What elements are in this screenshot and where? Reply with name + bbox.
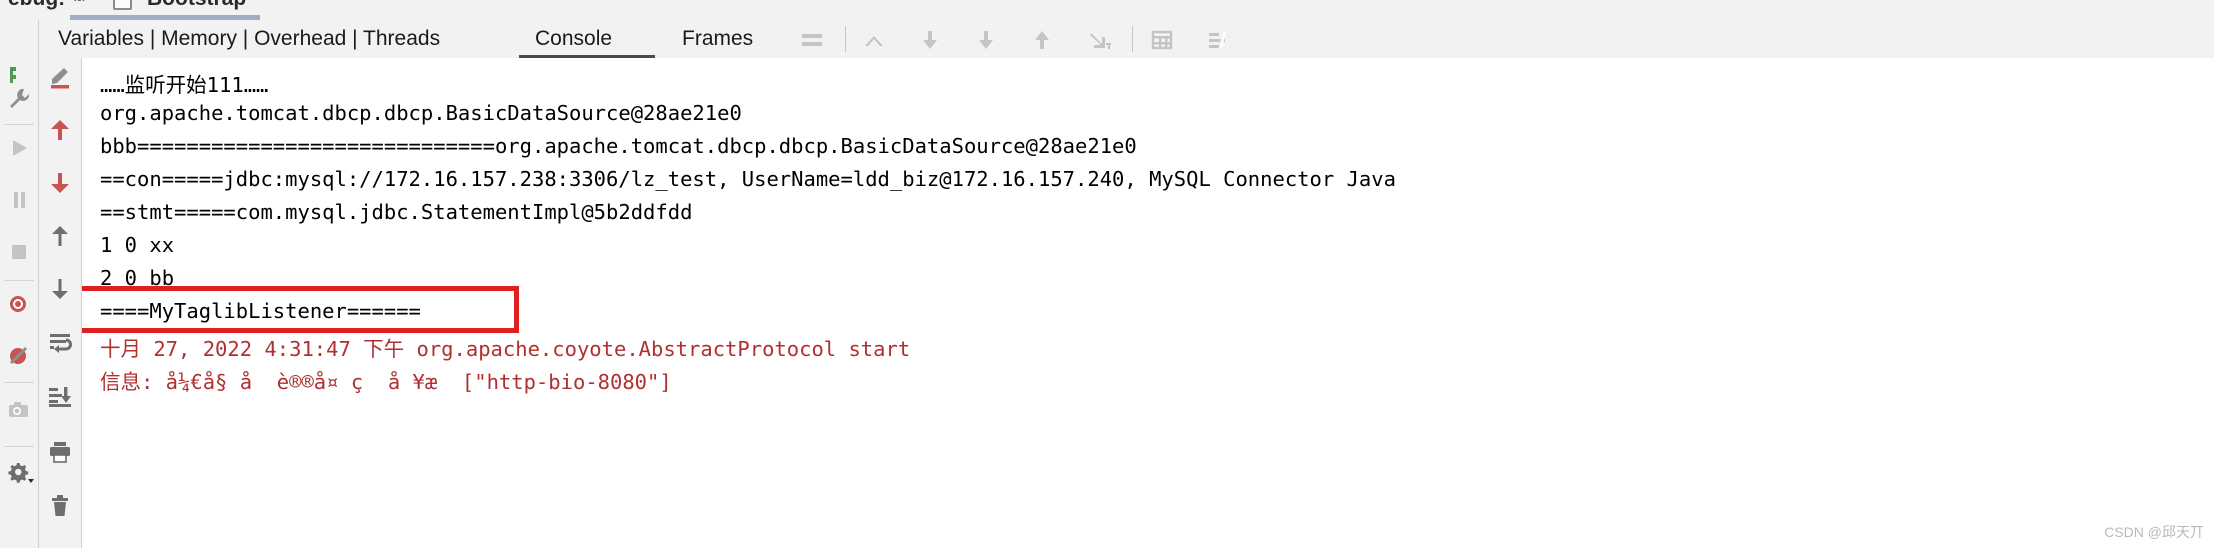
sidebar-item-pause-program[interactable] <box>7 188 31 212</box>
console-log-line-error: 信息: å¼€å§ å è®®å¤ ç å ¥æ ["http-bio-8080… <box>100 370 672 394</box>
window-title-strip: ebug: «» Bootstrap <box>0 0 2214 20</box>
sidebar-item-stop-program[interactable] <box>7 240 31 264</box>
sidebar-item-build-wrench[interactable] <box>7 64 31 88</box>
debug-window-label: ebug: <box>8 0 65 11</box>
sidebar-item-camera-snapshot[interactable] <box>7 398 31 422</box>
console-output-panel[interactable]: ……监听开始111…… org.apache.tomcat.dbcp.dbcp.… <box>82 58 2214 548</box>
console-log-line: 1 0 xx <box>100 233 175 257</box>
sidebar-divider <box>4 382 34 383</box>
console-log-line: ==stmt=====com.mysql.jdbc.StatementImpl@… <box>100 200 693 224</box>
sidebar-divider <box>4 124 34 125</box>
console-log-line: 2 0 bb <box>100 266 175 290</box>
console-scroll-gutter[interactable] <box>2204 58 2214 548</box>
console-item-trash-icon[interactable] <box>48 494 72 518</box>
step-down-icon[interactable] <box>918 28 942 52</box>
table-view-icon[interactable] <box>1150 28 1174 52</box>
tab-console[interactable]: Console <box>525 20 622 58</box>
sidebar-divider <box>4 446 34 447</box>
scroll-to-start-icon[interactable] <box>1030 28 1054 52</box>
console-item-down-arrow-icon[interactable] <box>48 277 72 301</box>
sidebar-item-view-breakpoints[interactable] <box>7 292 31 316</box>
debug-actions-sidebar <box>0 58 39 548</box>
tab-frames[interactable]: Frames <box>672 20 763 58</box>
scroll-to-top-icon[interactable] <box>862 28 886 52</box>
console-log-line-highlighted: ====MyTaglibListener====== <box>100 299 421 323</box>
console-item-up-red-arrow-icon[interactable] <box>48 118 72 142</box>
sidebar-item-resume-program[interactable] <box>7 136 31 160</box>
console-actions-sidebar <box>39 58 82 548</box>
console-log-line: org.apache.tomcat.dbcp.dbcp.BasicDataSou… <box>100 101 742 125</box>
console-item-print-icon[interactable] <box>48 440 72 464</box>
console-item-scroll-to-end-icon[interactable] <box>48 384 72 408</box>
console-log-line: bbb=============================org.apac… <box>100 134 1137 158</box>
console-log-line-error: 十月 27, 2022 4:31:47 下午 org.apache.coyote… <box>100 337 911 361</box>
debug-toolbar: Variables | Memory | Overhead | Threads … <box>0 20 2214 59</box>
console-item-soft-wrap-icon[interactable] <box>48 330 72 354</box>
console-log-line: ==con=====jdbc:mysql://172.16.157.238:33… <box>100 167 1396 191</box>
console-item-down-red-arrow-icon[interactable] <box>48 171 72 195</box>
chevron-double-icon[interactable]: «» <box>72 0 87 6</box>
scroll-to-end-icon[interactable] <box>974 28 998 52</box>
console-item-highlight-pen-icon[interactable] <box>48 66 72 90</box>
soft-wrap-icon[interactable] <box>800 28 824 52</box>
toolbar-separator <box>1132 26 1133 52</box>
sidebar-item-wrench-icon[interactable] <box>7 86 31 110</box>
toolbar-separator <box>845 26 846 52</box>
sidebar-item-mute-breakpoints[interactable] <box>7 344 31 368</box>
tab-bootstrap-label[interactable]: Bootstrap <box>147 0 246 11</box>
checkbox-icon[interactable] <box>113 0 132 10</box>
console-item-up-arrow-icon[interactable] <box>48 224 72 248</box>
tab-variables-memory-overhead-threads[interactable]: Variables | Memory | Overhead | Threads <box>48 20 450 58</box>
csdn-watermark: CSDN @邱天丌 <box>2104 524 2204 540</box>
toolbar-left-gutter <box>0 20 39 58</box>
console-log-line: ……监听开始111…… <box>100 73 269 97</box>
filter-lines-icon[interactable] <box>1206 28 1230 52</box>
sidebar-item-settings-gear[interactable] <box>7 460 34 484</box>
sidebar-divider <box>4 280 34 281</box>
jump-to-end-icon[interactable] <box>1086 28 1111 52</box>
